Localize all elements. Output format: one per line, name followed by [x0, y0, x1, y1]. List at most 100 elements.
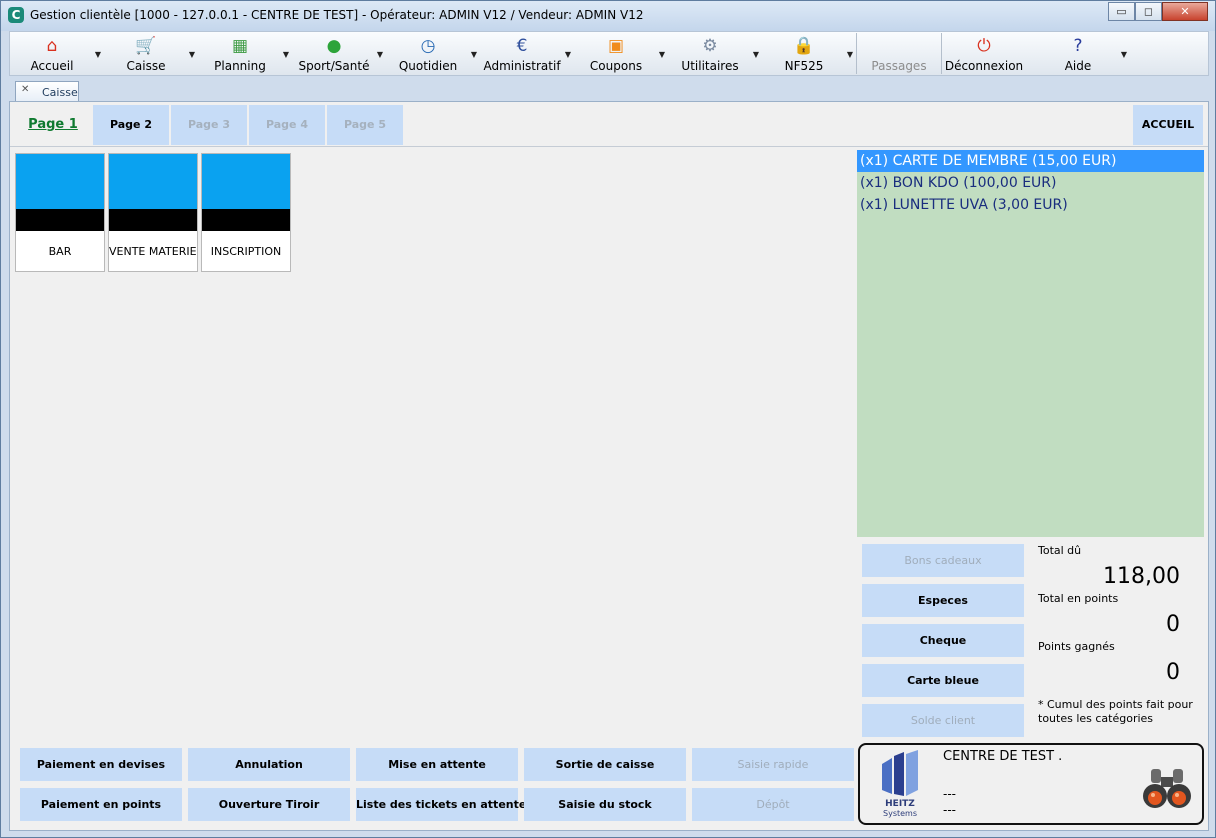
category-tile-inscription[interactable]: INSCRIPTION [201, 153, 291, 272]
gift-icon: ▣ [607, 36, 625, 56]
logo-graphic [882, 750, 918, 796]
euro-icon: € [516, 36, 528, 56]
center-info-box: HEITZ Systems CENTRE DE TEST . --- --- [858, 743, 1204, 825]
window-controls: ▭ ◻ ✕ [1108, 2, 1208, 22]
tile-color [202, 154, 290, 209]
pay-especes-button[interactable]: Especes [862, 584, 1024, 617]
app-window: C Gestion clientèle [1000 - 127.0.0.1 - … [0, 0, 1216, 838]
runner-icon: ● [326, 36, 342, 56]
total-points-value: 0 [1166, 612, 1180, 637]
tab-caisse-label: Caisse [42, 86, 78, 99]
points-gagnes-label: Points gagnés [1038, 640, 1115, 653]
toolbar-deconnexion[interactable]: ⏻ Déconnexion [942, 32, 1036, 75]
pay-bons-cadeaux-button: Bons cadeaux [862, 544, 1024, 577]
chevron-down-icon[interactable]: ▼ [377, 50, 383, 59]
tile-color [16, 154, 104, 209]
title-bar: C Gestion clientèle [1000 - 127.0.0.1 - … [1, 1, 1215, 31]
clock-icon: ◷ [420, 36, 436, 56]
liste-des-tickets-en-attente-button[interactable]: Liste des tickets en attente [356, 788, 526, 821]
ticket-line[interactable]: (x1) CARTE DE MEMBRE (15,00 EUR) [857, 150, 1204, 172]
chevron-down-icon[interactable]: ▼ [847, 50, 853, 59]
total-points-label: Total en points [1038, 592, 1119, 605]
toolbar-quotidien[interactable]: ◷ Quotidien ▼ [386, 32, 480, 75]
chevron-down-icon[interactable]: ▼ [565, 50, 571, 59]
toolbar-nf525[interactable]: 🔒 NF525 ▼ [762, 32, 856, 75]
ticket-line[interactable]: (x1) LUNETTE UVA (3,00 EUR) [857, 194, 1204, 216]
tile-band [16, 209, 104, 231]
toolbar-sport-sant-[interactable]: ● Sport/Santé ▼ [292, 32, 386, 75]
ticket-list[interactable]: (x1) CARTE DE MEMBRE (15,00 EUR) (x1) BON… [857, 150, 1204, 537]
cart-icon: 🛒 [135, 36, 157, 56]
pay-solde-client-button: Solde client [862, 704, 1024, 737]
maximize-button[interactable]: ◻ [1135, 2, 1162, 21]
pay-cheque-button[interactable]: Cheque [862, 624, 1024, 657]
center-name: CENTRE DE TEST . [943, 749, 1063, 764]
divider [10, 146, 1208, 147]
toolbar-aide-label: Aide [1064, 59, 1092, 73]
toolbar-planning[interactable]: ▦ Planning ▼ [198, 32, 292, 75]
tile-band [109, 209, 197, 231]
chevron-down-icon[interactable]: ▼ [1121, 50, 1127, 59]
tab-page-2[interactable]: Page 2 [93, 105, 169, 145]
tile-label: BAR [48, 245, 72, 258]
toolbar-coupons[interactable]: ▣ Coupons ▼ [574, 32, 668, 75]
toolbar-aide[interactable]: ? Aide ▼ [1036, 32, 1130, 75]
tile-label: INSCRIPTION [210, 245, 282, 258]
accueil-button[interactable]: ACCUEIL [1133, 105, 1203, 145]
chevron-down-icon[interactable]: ▼ [471, 50, 477, 59]
tab-page-3: Page 3 [171, 105, 247, 145]
page-tabs: Page 1 Page 2 Page 3 Page 4 Page 5 ACCUEIL [15, 105, 1203, 145]
toolbar-utilitaires-label: Utilitaires [681, 59, 739, 73]
sortie-de-caisse-button[interactable]: Sortie de caisse [524, 748, 686, 781]
home-icon: ⌂ [46, 36, 58, 56]
caisse-panel: Page 1 Page 2 Page 3 Page 4 Page 5 ACCUEIL BA… [9, 101, 1209, 831]
saisie-du-stock-button[interactable]: Saisie du stock [524, 788, 686, 821]
toolbar-administratif-label: Administratif [483, 59, 561, 73]
toolbar-utilitaires[interactable]: ⚙ Utilitaires ▼ [668, 32, 762, 75]
chevron-down-icon[interactable]: ▼ [659, 50, 665, 59]
minimize-button[interactable]: ▭ [1108, 2, 1135, 21]
category-tile-bar[interactable]: BAR [15, 153, 105, 272]
toolbar-accueil[interactable]: ⌂ Accueil ▼ [10, 32, 104, 75]
close-button[interactable]: ✕ [1162, 2, 1208, 21]
saisie-rapide-button: Saisie rapide [692, 748, 854, 781]
toolbar-passages-label: Passages [871, 59, 927, 73]
ouverture-tiroir-button[interactable]: Ouverture Tiroir [188, 788, 350, 821]
tab-caisse[interactable]: ✕ Caisse [15, 81, 79, 102]
chevron-down-icon[interactable]: ▼ [189, 50, 195, 59]
paiement-en-devises-button[interactable]: Paiement en devises [20, 748, 182, 781]
toolbar-passages: Passages [857, 32, 941, 75]
toolbar-sport-sant--label: Sport/Santé [298, 59, 370, 73]
lock-icon: 🔒 [793, 36, 815, 56]
points-gagnes-value: 0 [1166, 660, 1180, 685]
close-tab-icon[interactable]: ✕ [21, 85, 32, 96]
power-icon: ⏻ [977, 36, 991, 56]
chevron-down-icon[interactable]: ▼ [283, 50, 289, 59]
heitz-logo: HEITZ Systems [878, 750, 922, 820]
annulation-button[interactable]: Annulation [188, 748, 350, 781]
help-icon: ? [1073, 36, 1083, 56]
page-tabs-spacer [405, 105, 1203, 145]
info-line-2: --- [943, 803, 956, 817]
toolbar-caisse-label: Caisse [126, 59, 166, 73]
binoculars-icon[interactable] [1142, 767, 1192, 811]
window-title: Gestion clientèle [1000 - 127.0.0.1 - CE… [30, 8, 644, 22]
ticket-line[interactable]: (x1) BON KDO (100,00 EUR) [857, 172, 1204, 194]
paiement-en-points-button[interactable]: Paiement en points [20, 788, 182, 821]
toolbar-nf525-label: NF525 [784, 59, 824, 73]
toolbar-administratif[interactable]: € Administratif ▼ [480, 32, 574, 75]
chevron-down-icon[interactable]: ▼ [95, 50, 101, 59]
category-tile-vente-materiel[interactable]: VENTE MATERIEL [108, 153, 198, 272]
tile-label: VENTE MATERIEL [109, 245, 197, 258]
logo-sub: Systems [883, 809, 917, 818]
mise-en-attente-button[interactable]: Mise en attente [356, 748, 518, 781]
tab-page-1[interactable]: Page 1 [15, 105, 91, 145]
toolbar-coupons-label: Coupons [589, 59, 643, 73]
gear-icon: ⚙ [702, 36, 718, 56]
pay-carte-bleue-button[interactable]: Carte bleue [862, 664, 1024, 697]
toolbar-caisse[interactable]: 🛒 Caisse ▼ [104, 32, 198, 75]
toolbar-deconnexion-label: Déconnexion [944, 59, 1024, 73]
chevron-down-icon[interactable]: ▼ [753, 50, 759, 59]
logo-name: HEITZ [885, 799, 915, 809]
tile-band [202, 209, 290, 231]
